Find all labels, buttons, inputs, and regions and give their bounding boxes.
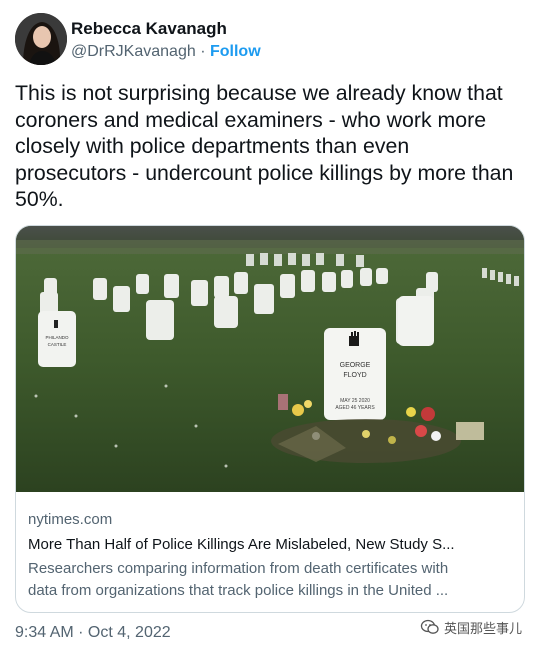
card-title[interactable]: More Than Half of Police Killings Are Mi… (28, 534, 514, 556)
watermark-text: 英国那些事儿 (443, 620, 522, 636)
tweet-text: This is not surprising because we alread… (15, 81, 514, 211)
card-image[interactable]: PHILANDO CASTILE GEORGE FLOYD MAY 25 202… (16, 226, 524, 492)
tweet-timestamp[interactable]: 9:34 AM · Oct 4, 2022 (15, 624, 171, 642)
card-description-line2: data from organizations that track polic… (28, 582, 449, 599)
left-headstone-line2: CASTILE (48, 342, 67, 347)
main-headstone-line1: GEORGE (340, 362, 371, 369)
author-handle[interactable]: @DrRJKavanagh (71, 43, 196, 60)
separator-dot: · (200, 43, 206, 60)
main-headstone-date: MAY 25 2020 (340, 398, 370, 404)
wechat-icon (420, 619, 439, 634)
main-headstone-line2: FLOYD (343, 372, 366, 379)
avatar[interactable] (15, 13, 67, 65)
card-description: Researchers comparing information from d… (28, 558, 514, 602)
card-description-line1: Researchers comparing information from d… (28, 560, 449, 577)
author-handle-row: @DrRJKavanagh · Follow (71, 43, 261, 61)
card-domain: nytimes.com (28, 511, 113, 528)
main-headstone-age: AGED 46 YEARS (335, 405, 375, 411)
link-card[interactable]: PHILANDO CASTILE GEORGE FLOYD MAY 25 202… (15, 225, 525, 613)
card-meta: nytimes.com More Than Half of Police Kil… (28, 510, 514, 602)
watermark: 英国那些事儿 (420, 617, 522, 637)
tweet-header: Rebecca Kavanagh @DrRJKavanagh · Follow (15, 13, 515, 67)
author-name[interactable]: Rebecca Kavanagh (71, 19, 227, 39)
follow-button[interactable]: Follow (210, 43, 261, 60)
left-headstone-line1: PHILANDO (45, 335, 69, 340)
